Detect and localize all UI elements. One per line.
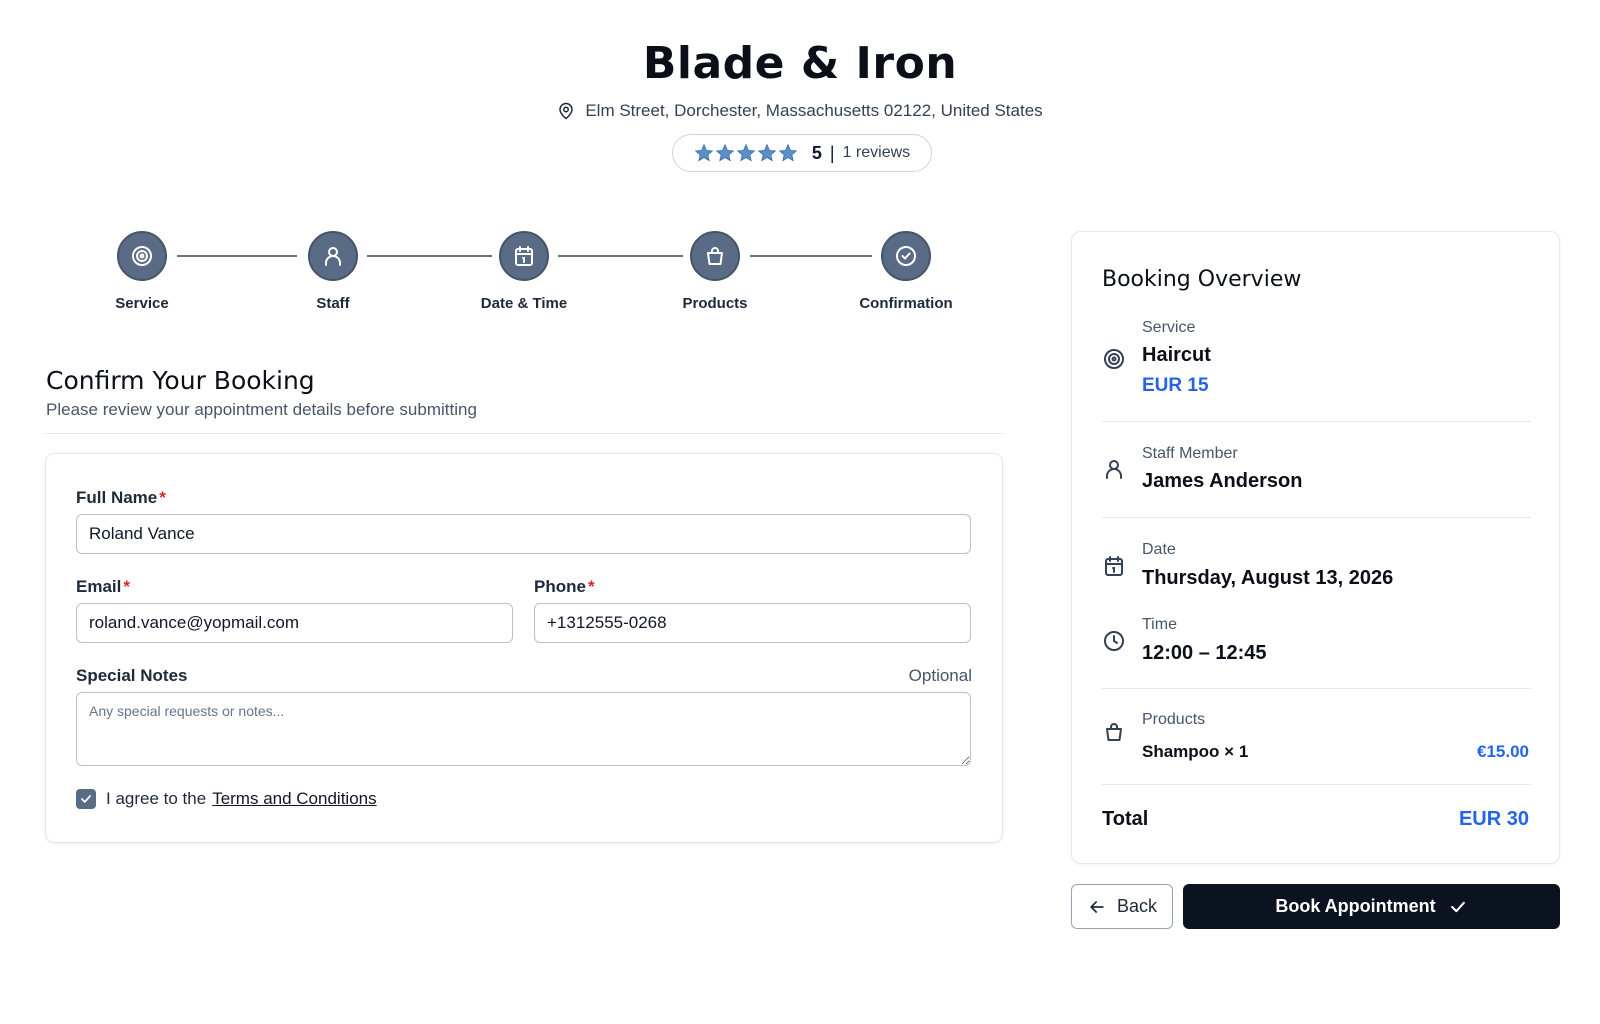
step-confirmation[interactable]: Confirmation [846, 231, 966, 312]
checkmark-icon [81, 795, 91, 803]
products-label: Products [1142, 711, 1206, 728]
email-input[interactable] [76, 603, 513, 643]
confirm-title: Confirm Your Booking [46, 366, 315, 395]
shopping-bag-icon [1106, 723, 1122, 741]
terms-agreement: I agree to the Terms and Conditions [76, 789, 377, 809]
staff-value: James Anderson [1142, 470, 1303, 492]
booking-overview: Booking Overview Service Haircut EUR 15 … [1071, 231, 1560, 864]
target-icon [132, 246, 152, 266]
email-label: Email * [76, 577, 130, 597]
full-name-label: Full Name * [76, 488, 166, 508]
calendar-icon [1105, 556, 1123, 576]
full-name-input[interactable] [76, 514, 971, 554]
time-value: 12:00 – 12:45 [1142, 642, 1267, 664]
step-label: Confirmation [859, 295, 953, 312]
required-mark: * [123, 577, 130, 596]
overview-divider [1102, 784, 1531, 785]
book-button-label: Book Appointment [1275, 896, 1436, 916]
clock-icon [1104, 631, 1124, 651]
checkmark-icon [1450, 901, 1465, 912]
back-button-label: Back [1116, 896, 1158, 916]
star-icon [715, 143, 735, 162]
product-name: Shampoo × 1 [1142, 742, 1249, 761]
staff-label: Staff Member [1142, 445, 1238, 462]
agree-text: I agree to the [106, 789, 207, 808]
star-icon [778, 143, 798, 162]
special-notes-textarea[interactable] [76, 692, 971, 766]
step-circle [499, 231, 549, 281]
step-label: Staff [316, 295, 350, 312]
address-text: Elm Street, Dorchester, Massachusetts 02… [585, 101, 1043, 120]
star-icon [757, 143, 777, 162]
rating-score: 5 [811, 142, 822, 163]
total-value: EUR 30 [1458, 808, 1529, 830]
special-notes-label: Special Notes [76, 666, 188, 685]
step-label: Products [682, 295, 748, 312]
user-icon [1106, 460, 1122, 479]
required-mark: * [587, 577, 595, 596]
date-value: Thursday, August 13, 2026 [1142, 567, 1394, 589]
service-label: Service [1142, 319, 1196, 336]
phone-label-text: Phone [534, 577, 586, 596]
step-label: Date & Time [480, 295, 568, 312]
terms-link[interactable]: Terms and Conditions [212, 789, 376, 809]
overview-title: Booking Overview [1102, 267, 1302, 292]
step-date-time[interactable]: Date & Time [464, 231, 584, 312]
date-label: Date [1142, 541, 1176, 558]
required-mark: * [159, 488, 166, 507]
optional-tag: Optional [908, 666, 972, 685]
step-products[interactable]: Products [655, 231, 775, 312]
email-label-text: Email [76, 577, 122, 596]
overview-divider [1102, 421, 1531, 422]
back-button[interactable]: Back [1071, 884, 1173, 929]
calendar-icon [515, 246, 533, 266]
phone-label: Phone * [534, 577, 595, 597]
terms-checkbox[interactable] [76, 789, 96, 809]
step-circle [881, 231, 931, 281]
reviews-count: 1 reviews [842, 144, 911, 161]
overview-divider [1102, 688, 1531, 689]
booking-stepper: Service Staff Date & Time Products Confi… [115, 231, 957, 321]
service-value: Haircut [1142, 344, 1211, 366]
arrow-left-icon [1090, 900, 1104, 913]
rating-badge[interactable]: 5 | 1 reviews [672, 134, 932, 172]
step-label: Service [115, 295, 169, 312]
overview-divider [1102, 517, 1531, 518]
booking-form: Full Name* Email* Phone* Special Notes O… [45, 453, 1003, 843]
step-circle [308, 231, 358, 281]
book-appointment-button[interactable]: Book Appointment [1183, 884, 1560, 929]
shop-address: Elm Street, Dorchester, Massachusetts 02… [0, 101, 1600, 121]
step-service[interactable]: Service [82, 231, 202, 312]
total-label: Total [1102, 808, 1149, 830]
rating-separator: | [829, 142, 835, 163]
star-icon [736, 143, 756, 162]
step-staff[interactable]: Staff [273, 231, 393, 312]
star-icon [694, 143, 714, 162]
product-price: €15.00 [1477, 742, 1529, 761]
full-name-label-text: Full Name [76, 488, 158, 507]
confirm-subtitle: Please review your appointment details b… [46, 400, 477, 419]
section-divider [45, 433, 1003, 434]
rating-stars [694, 143, 798, 163]
service-price: EUR 15 [1142, 375, 1209, 396]
target-icon [1104, 349, 1124, 369]
step-circle [690, 231, 740, 281]
step-circle [117, 231, 167, 281]
check-circle-icon [896, 246, 916, 266]
time-label: Time [1142, 616, 1177, 633]
shopping-bag-icon [707, 247, 723, 265]
user-icon [325, 247, 341, 266]
phone-input[interactable] [534, 603, 971, 643]
shop-title: Blade & Iron [642, 38, 958, 89]
map-pin-icon [559, 102, 574, 120]
